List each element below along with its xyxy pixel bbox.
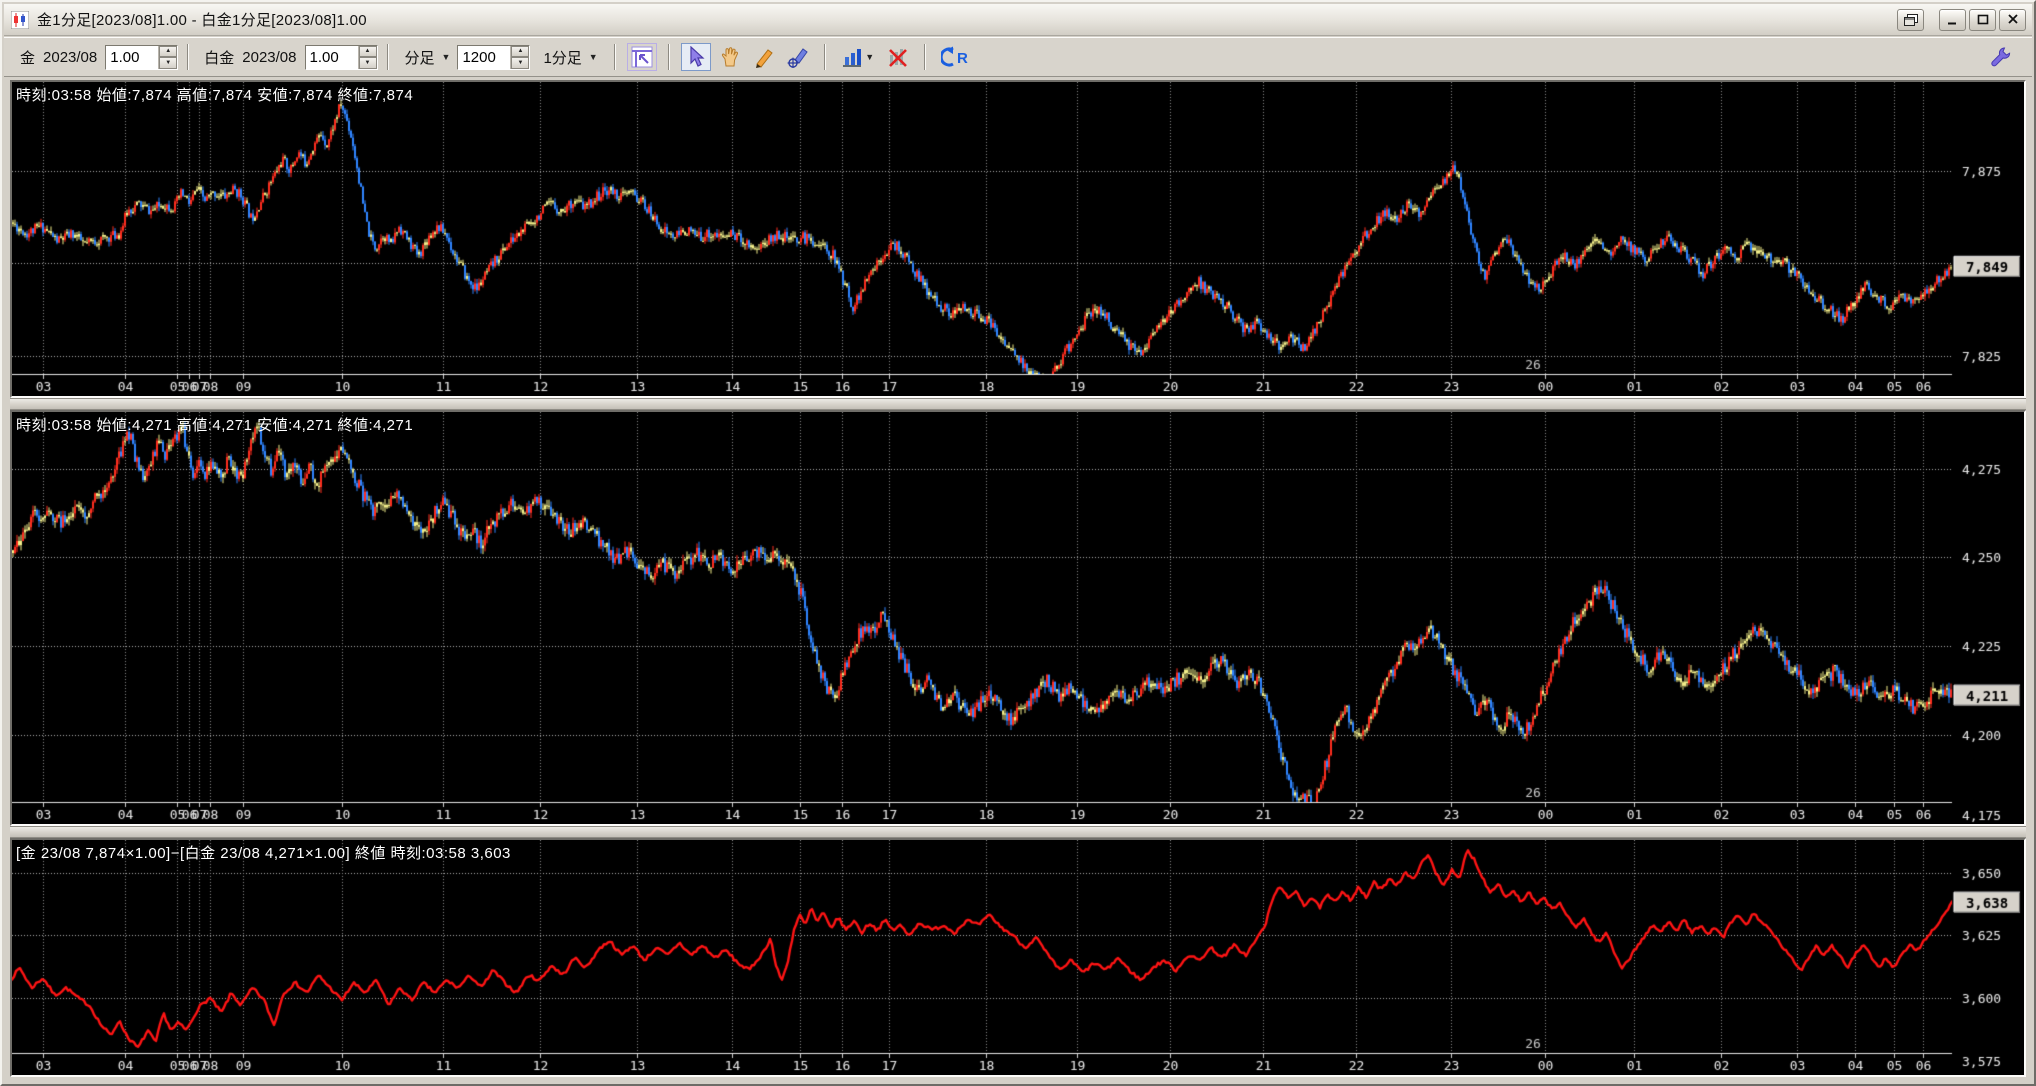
platinum-contract-month: 2023/08 xyxy=(242,48,297,66)
select-cursor-tool-button[interactable] xyxy=(680,43,711,71)
cursor-arrow-icon xyxy=(690,46,705,67)
chevron-down-icon: ▼ xyxy=(865,52,875,62)
bar-count-spinner: ▲▼ xyxy=(457,44,531,70)
reload-chart-button[interactable]: R xyxy=(937,43,975,71)
gold-contract-month: 2023/08 xyxy=(43,48,98,66)
svg-text:R: R xyxy=(957,50,968,67)
gold-multiplier-down-button[interactable]: ▼ xyxy=(159,57,178,69)
pencil-icon xyxy=(755,49,773,68)
chart-style-dropdown-button[interactable]: ▼ xyxy=(837,43,879,71)
platinum-multiplier-down-button[interactable]: ▼ xyxy=(358,57,377,69)
toolbar: 金 2023/08 ▲▼ 白金 2023/08 ▲▼ 分足 ▼ ▲▼ 1分足 ▼ xyxy=(4,37,2032,77)
panel-splitter-1[interactable] xyxy=(10,398,2026,410)
bar-count-up-button[interactable]: ▲ xyxy=(511,45,530,57)
maximize-button[interactable] xyxy=(1969,8,1996,31)
bar-count-input[interactable] xyxy=(458,45,511,69)
gold-multiplier-input[interactable] xyxy=(106,45,159,69)
app-window: 金1分足[2023/08]1.00 - 白金1分足[2023/08]1.00 金… xyxy=(0,0,2036,1086)
window-title: 金1分足[2023/08]1.00 - 白金1分足[2023/08]1.00 xyxy=(37,12,367,29)
gold-multiplier-up-button[interactable]: ▲ xyxy=(159,45,178,57)
close-button[interactable] xyxy=(1999,8,2026,31)
draw-line-tool-button[interactable] xyxy=(749,43,779,71)
gold-chart-panel: 時刻:03:58 始値:7,874 高値:7,874 安値:7,874 終値:7… xyxy=(10,80,2026,398)
hand-icon xyxy=(721,47,738,67)
platinum-chart-canvas[interactable] xyxy=(12,412,2024,824)
chevron-down-icon: ▼ xyxy=(588,52,598,62)
titlebar[interactable]: 金1分足[2023/08]1.00 - 白金1分足[2023/08]1.00 xyxy=(4,4,2032,36)
marker-tool-button[interactable] xyxy=(783,43,813,71)
gold-chart-canvas[interactable] xyxy=(12,82,2024,396)
panel-splitter-2[interactable] xyxy=(10,826,2026,838)
refresh-cr-icon: R xyxy=(940,46,968,67)
toolbar-separator xyxy=(187,44,190,70)
platinum-chart-panel: 時刻:03:58 始値:4,271 高値:4,271 安値:4,271 終値:4… xyxy=(10,410,2026,826)
toolbar-separator xyxy=(823,44,826,70)
chart-cancel-icon xyxy=(888,49,907,67)
spread-chart-canvas[interactable] xyxy=(12,840,2024,1075)
chart-settings-button[interactable] xyxy=(626,43,657,71)
float-window-button[interactable] xyxy=(1897,8,1924,31)
toolbar-separator xyxy=(923,44,926,70)
wrench-icon xyxy=(1991,47,2011,67)
minimize-button[interactable] xyxy=(1939,8,1966,31)
chart-pointer-icon xyxy=(631,46,653,68)
platinum-multiplier-up-button[interactable]: ▲ xyxy=(358,45,377,57)
marker-crosshair-icon xyxy=(787,48,808,68)
toolbar-separator xyxy=(386,44,389,70)
spread-chart-panel: [金 23/08 7,874×1.00]−[白金 23/08 4,271×1.0… xyxy=(10,838,2026,1077)
minimize-icon xyxy=(1947,22,1956,24)
gold-symbol-label: 金 xyxy=(20,49,36,67)
bar-count-down-button[interactable]: ▼ xyxy=(511,57,530,69)
float-window-icon xyxy=(1903,13,1918,26)
interval-dropdown[interactable]: 1分足 ▼ xyxy=(536,44,604,70)
close-icon xyxy=(2007,14,2018,24)
pan-tool-button[interactable] xyxy=(715,43,745,71)
gold-multiplier-spinner: ▲▼ xyxy=(105,44,179,70)
app-icon xyxy=(10,10,30,30)
bar-chart-icon xyxy=(843,49,862,67)
toolbar-separator xyxy=(613,44,616,70)
settings-wrench-button[interactable] xyxy=(1986,43,2016,71)
platinum-multiplier-spinner: ▲▼ xyxy=(304,44,378,70)
toolbar-separator xyxy=(667,44,670,70)
bar-type-dropdown[interactable]: 分足 ▼ xyxy=(398,44,458,70)
chevron-down-icon: ▼ xyxy=(441,52,451,62)
maximize-icon xyxy=(1977,14,1988,25)
platinum-multiplier-input[interactable] xyxy=(305,45,358,69)
clear-compare-button[interactable] xyxy=(883,43,913,71)
platinum-symbol-label: 白金 xyxy=(204,49,235,67)
